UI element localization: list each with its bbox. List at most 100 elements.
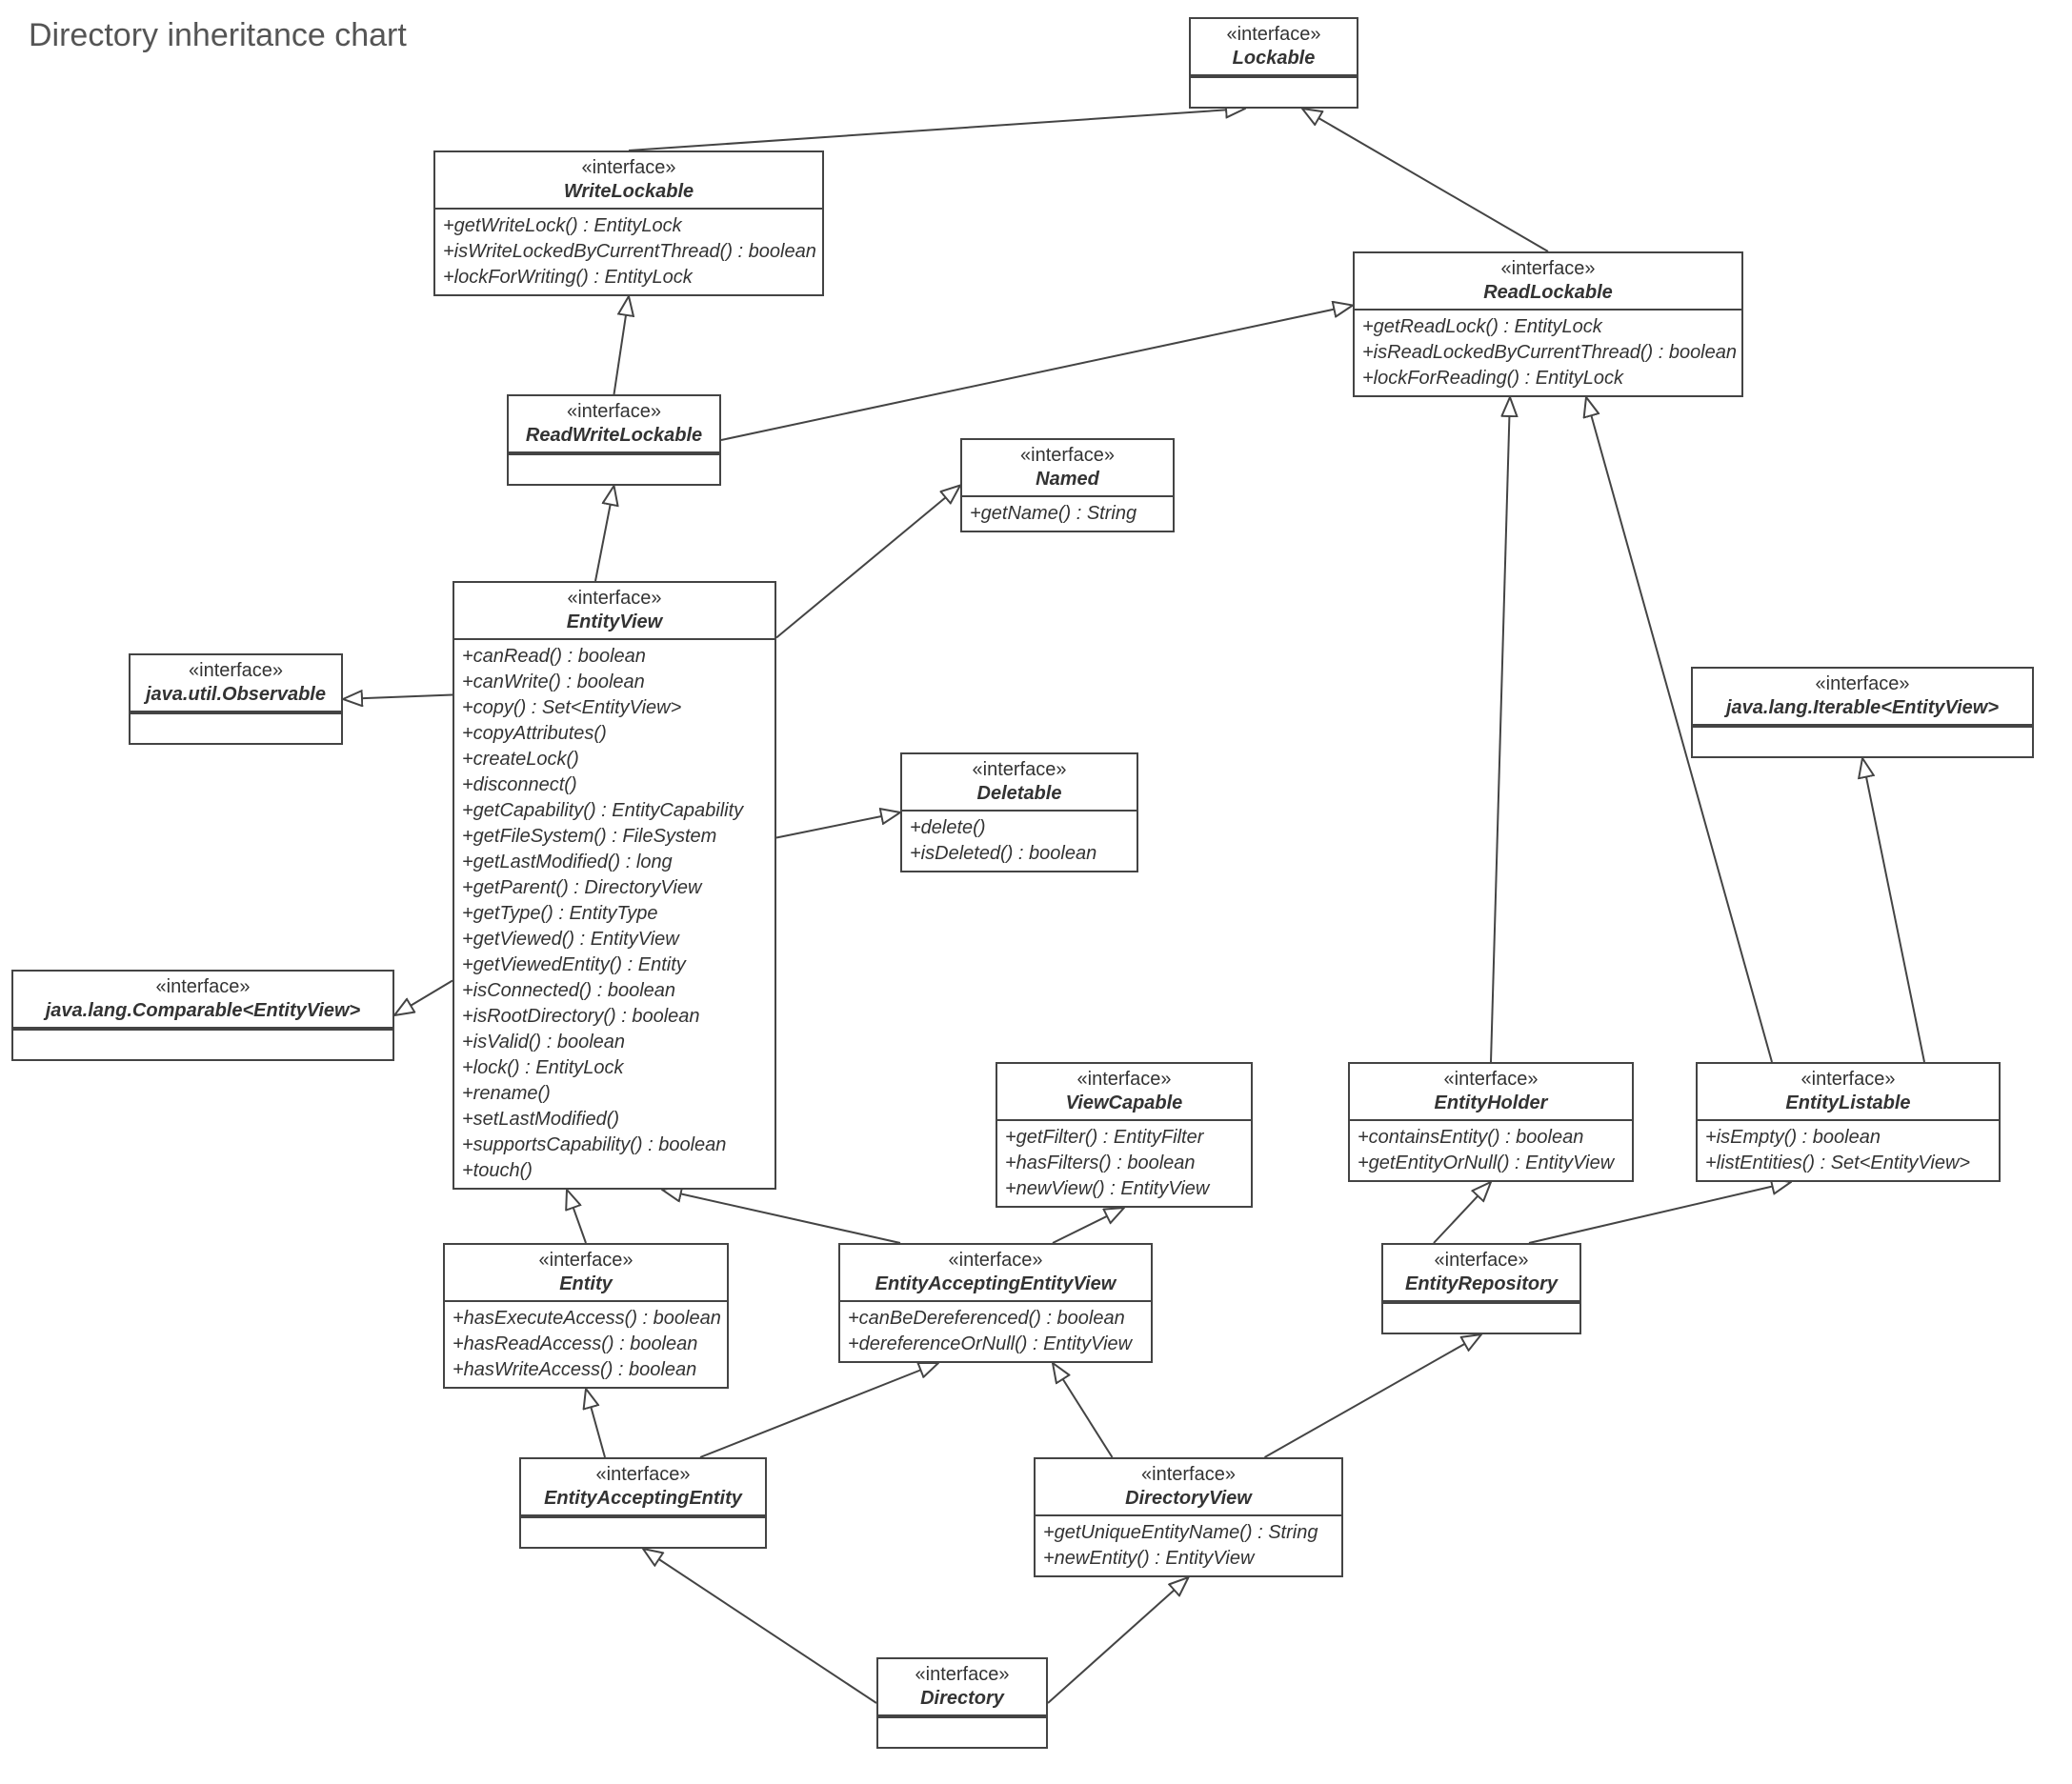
- uml-header: «interface»Lockable: [1191, 19, 1357, 76]
- stereotype: «interface»: [1198, 23, 1349, 47]
- generalization-edge: [1529, 1182, 1791, 1243]
- uml-empty-body: [1693, 726, 2032, 756]
- class-name: EntityView: [462, 611, 767, 634]
- uml-box-Comparable: «interface»java.lang.Comparable<EntityVi…: [11, 970, 394, 1061]
- uml-method: +getEntityOrNull() : EntityView: [1358, 1151, 1624, 1176]
- uml-box-Iterable: «interface»java.lang.Iterable<EntityView…: [1691, 667, 2034, 758]
- uml-method: +delete(): [910, 815, 1129, 841]
- uml-method: +lock() : EntityLock: [462, 1055, 767, 1081]
- uml-method: +isConnected() : boolean: [462, 978, 767, 1004]
- uml-method: +supportsCapability() : boolean: [462, 1133, 767, 1158]
- stereotype: «interface»: [21, 975, 385, 999]
- uml-box-Directory: «interface»Directory: [876, 1657, 1048, 1749]
- class-name: EntityListable: [1705, 1092, 1991, 1115]
- uml-box-Deletable: «interface»Deletable+delete()+isDeleted(…: [900, 752, 1138, 872]
- uml-body: +containsEntity() : boolean+getEntityOrN…: [1350, 1121, 1632, 1180]
- uml-header: «interface»Entity: [445, 1245, 727, 1302]
- generalization-edge: [1434, 1182, 1491, 1243]
- generalization-edge: [1302, 109, 1548, 251]
- generalization-edge: [1053, 1208, 1124, 1243]
- uml-method: +getCapability() : EntityCapability: [462, 798, 767, 824]
- generalization-edge: [394, 981, 453, 1016]
- uml-method: +isEmpty() : boolean: [1705, 1125, 1991, 1151]
- uml-header: «interface»java.util.Observable: [131, 655, 341, 712]
- uml-method: +canWrite() : boolean: [462, 670, 767, 695]
- uml-body: +getFilter() : EntityFilter+hasFilters()…: [997, 1121, 1251, 1206]
- class-name: Deletable: [910, 782, 1129, 806]
- uml-method: +containsEntity() : boolean: [1358, 1125, 1624, 1151]
- uml-empty-body: [878, 1716, 1046, 1747]
- uml-box-EntityAcceptingEntityView: «interface»EntityAcceptingEntityView+can…: [838, 1243, 1153, 1363]
- uml-box-ReadWriteLockable: «interface»ReadWriteLockable: [507, 394, 721, 486]
- stereotype: «interface»: [1358, 1068, 1624, 1092]
- generalization-edge: [567, 1190, 586, 1243]
- uml-method: +isWriteLockedByCurrentThread() : boolea…: [443, 239, 815, 265]
- class-name: java.lang.Comparable<EntityView>: [21, 999, 385, 1023]
- class-name: ReadLockable: [1362, 281, 1734, 305]
- uml-body: +getName() : String: [962, 497, 1173, 531]
- uml-method: +getFilter() : EntityFilter: [1005, 1125, 1243, 1151]
- generalization-edge: [643, 1549, 876, 1703]
- uml-method: +touch(): [462, 1158, 767, 1184]
- generalization-edge: [1491, 397, 1510, 1062]
- class-name: DirectoryView: [1043, 1487, 1334, 1511]
- uml-box-EntityListable: «interface»EntityListable +isEmpty() : bo…: [1696, 1062, 2001, 1182]
- uml-box-DirectoryView: «interface»DirectoryView+getUniqueEntity…: [1034, 1457, 1343, 1577]
- uml-empty-body: [509, 453, 719, 484]
- uml-method: +hasReadAccess() : boolean: [453, 1332, 719, 1357]
- uml-method: +getName() : String: [970, 501, 1165, 527]
- uml-method: +getLastModified() : long: [462, 850, 767, 875]
- generalization-edge: [586, 1389, 605, 1457]
- generalization-edge: [614, 296, 630, 394]
- uml-box-Named: «interface»Named+getName() : String: [960, 438, 1175, 532]
- uml-method: +getWriteLock() : EntityLock: [443, 213, 815, 239]
- uml-header: «interface»WriteLockable: [435, 152, 822, 210]
- class-name: EntityHolder: [1358, 1092, 1624, 1115]
- uml-empty-body: [131, 712, 341, 743]
- stereotype: «interface»: [443, 156, 815, 180]
- stereotype: «interface»: [1391, 1249, 1572, 1273]
- stereotype: «interface»: [453, 1249, 719, 1273]
- class-name: EntityAcceptingEntity: [529, 1487, 757, 1511]
- uml-method: +isDeleted() : boolean: [910, 841, 1129, 867]
- uml-method: +canRead() : boolean: [462, 644, 767, 670]
- diagram-canvas: Directory inheritance chart «interface»L…: [0, 0, 2072, 1784]
- generalization-edge: [343, 695, 453, 700]
- uml-body: +delete()+isDeleted() : boolean: [902, 812, 1137, 871]
- uml-header: «interface»Deletable: [902, 754, 1137, 812]
- stereotype: «interface»: [970, 444, 1165, 468]
- class-name: java.util.Observable: [138, 683, 333, 707]
- uml-box-Lockable: «interface»Lockable: [1189, 17, 1358, 109]
- uml-method: +newView() : EntityView: [1005, 1176, 1243, 1202]
- stereotype: «interface»: [1362, 257, 1734, 281]
- uml-box-ReadLockable: «interface»ReadLockable+getReadLock() : …: [1353, 251, 1743, 397]
- uml-method: +createLock(): [462, 747, 767, 772]
- uml-header: «interface»ReadLockable: [1355, 253, 1741, 311]
- uml-method: +newEntity() : EntityView: [1043, 1546, 1334, 1572]
- uml-method: +hasWriteAccess() : boolean: [453, 1357, 719, 1383]
- generalization-edge: [595, 486, 614, 581]
- uml-method: +isReadLockedByCurrentThread() : boolean: [1362, 340, 1734, 366]
- generalization-edge: [776, 486, 960, 638]
- uml-method: +getType() : EntityType: [462, 901, 767, 927]
- uml-header: «interface»java.lang.Comparable<EntityVi…: [13, 972, 392, 1029]
- stereotype: «interface»: [138, 659, 333, 683]
- uml-box-EntityRepository: «interface»EntityRepository: [1381, 1243, 1581, 1334]
- uml-body: +getReadLock() : EntityLock+isReadLocked…: [1355, 311, 1741, 395]
- uml-body: +canBeDereferenced() : boolean+dereferen…: [840, 1302, 1151, 1361]
- uml-header: «interface»EntityListable: [1698, 1064, 1999, 1121]
- uml-header: «interface»ReadWriteLockable: [509, 396, 719, 453]
- uml-body: +canRead() : boolean+canWrite() : boolea…: [454, 640, 774, 1188]
- uml-method: +canBeDereferenced() : boolean: [848, 1306, 1143, 1332]
- uml-header: «interface»ViewCapable: [997, 1064, 1251, 1121]
- generalization-edge: [1053, 1363, 1113, 1457]
- uml-box-Entity: «interface»Entity+hasExecuteAccess() : b…: [443, 1243, 729, 1389]
- uml-method: +copyAttributes(): [462, 721, 767, 747]
- uml-header: «interface»Directory: [878, 1659, 1046, 1716]
- uml-header: «interface»EntityAcceptingEntityView: [840, 1245, 1151, 1302]
- stereotype: «interface»: [1700, 672, 2024, 696]
- stereotype: «interface»: [529, 1463, 757, 1487]
- class-name: WriteLockable: [443, 180, 815, 204]
- uml-method: +isValid() : boolean: [462, 1030, 767, 1055]
- class-name: java.lang.Iterable<EntityView>: [1700, 696, 2024, 720]
